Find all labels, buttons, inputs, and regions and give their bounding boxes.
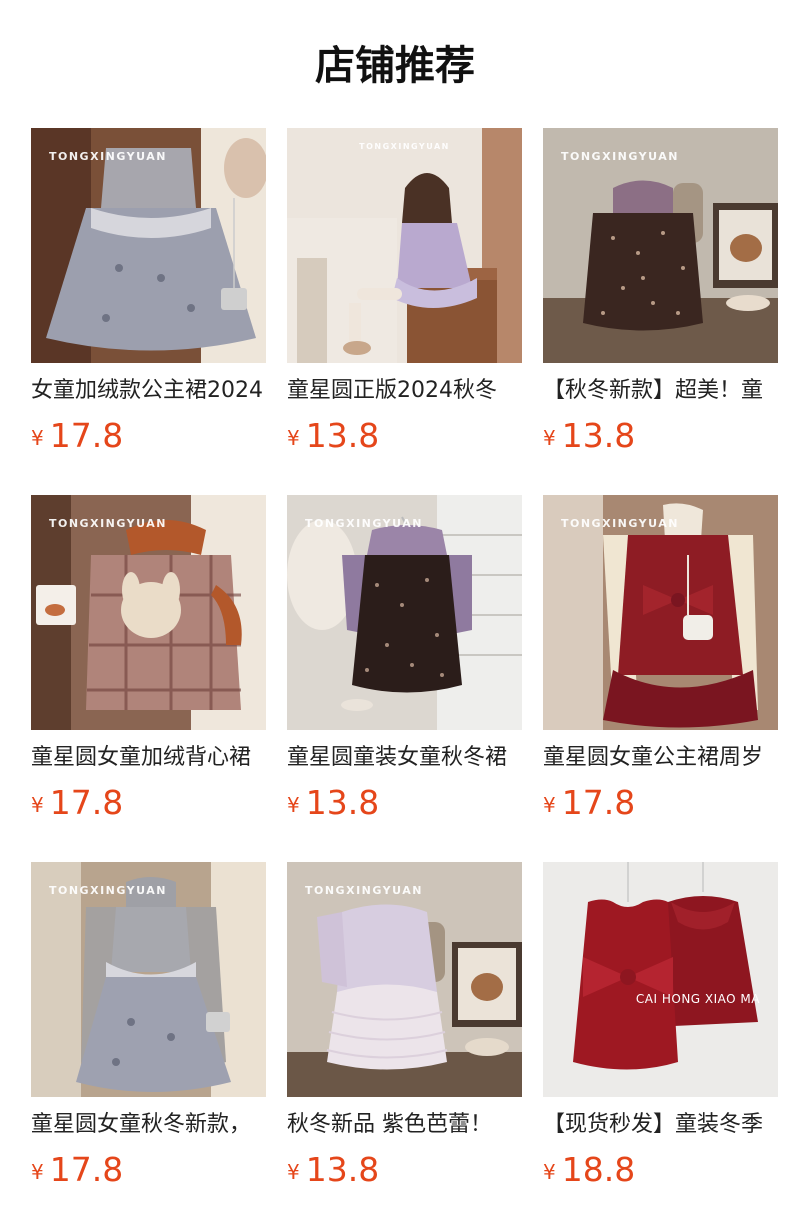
product-image[interactable]: CAI HONG XIAO MA [543,862,778,1097]
currency-symbol: ¥ [287,426,300,450]
product-card[interactable]: TONGXINGYUAN 女童加绒款公主裙2024 ¥17.8 [31,128,266,468]
product-price: ¥17.8 [31,781,123,825]
watermark-text: TONGXINGYUAN [561,150,679,163]
product-image[interactable]: TONGXINGYUAN [31,862,266,1097]
watermark-text: TONGXINGYUAN [359,142,450,151]
price-value: 17.8 [561,783,636,822]
product-price: ¥18.8 [543,1148,635,1192]
product-image[interactable]: TONGXINGYUAN [543,128,778,363]
currency-symbol: ¥ [31,426,44,450]
currency-symbol: ¥ [31,1160,44,1184]
product-name[interactable]: 女童加绒款公主裙2024 [31,374,266,408]
product-image[interactable]: TONGXINGYUAN [543,495,778,730]
price-value: 18.8 [561,1150,636,1189]
price-value: 17.8 [49,1150,124,1189]
product-name[interactable]: 童星圆女童秋冬新款， [31,1108,266,1142]
product-card[interactable]: CAI HONG XIAO MA 【现货秒发】童装冬季 ¥18.8 [543,862,778,1202]
currency-symbol: ¥ [543,793,556,817]
watermark-text: CAI HONG XIAO MA [635,992,760,1006]
price-value: 13.8 [305,783,380,822]
product-name[interactable]: 童星圆女童加绒背心裙 [31,741,266,775]
product-image[interactable]: TONGXINGYUAN [287,128,522,363]
product-price: ¥17.8 [31,1148,123,1192]
product-price: ¥13.8 [287,414,379,458]
product-name[interactable]: 秋冬新品 紫色芭蕾！ [287,1108,522,1142]
watermark-text: TONGXINGYUAN [49,517,167,530]
product-card[interactable]: TONGXINGYUAN 秋冬新品 紫色芭蕾！ ¥13.8 [287,862,522,1202]
product-image[interactable]: TONGXINGYUAN [287,495,522,730]
product-name[interactable]: 童星圆童装女童秋冬裙 [287,741,522,775]
product-name[interactable]: 童星圆女童公主裙周岁 [543,741,778,775]
section-title: 店铺推荐 [315,43,475,89]
product-price: ¥13.8 [543,414,635,458]
product-name[interactable]: 【秋冬新款】超美！童 [543,374,778,408]
watermark-text: TONGXINGYUAN [49,150,167,163]
watermark-text: TONGXINGYUAN [561,517,679,530]
product-card[interactable]: TONGXINGYUAN 童星圆女童秋冬新款， ¥17.8 [31,862,266,1202]
watermark-text: TONGXINGYUAN [305,884,423,897]
price-value: 13.8 [561,416,636,455]
currency-symbol: ¥ [287,793,300,817]
product-card[interactable]: TONGXINGYUAN 童星圆女童公主裙周岁 ¥17.8 [543,495,778,835]
product-price: ¥13.8 [287,1148,379,1192]
price-value: 17.8 [49,416,124,455]
currency-symbol: ¥ [543,426,556,450]
price-value: 13.8 [305,1150,380,1189]
product-card[interactable]: TONGXINGYUAN 童星圆正版2024秋冬 ¥13.8 [287,128,522,468]
price-value: 17.8 [49,783,124,822]
product-card[interactable]: TONGXINGYUAN 童星圆女童加绒背心裙 ¥17.8 [31,495,266,835]
currency-symbol: ¥ [287,1160,300,1184]
product-image[interactable]: TONGXINGYUAN [31,495,266,730]
product-image[interactable]: TONGXINGYUAN [31,128,266,363]
currency-symbol: ¥ [543,1160,556,1184]
watermark-text: TONGXINGYUAN [49,884,167,897]
product-price: ¥13.8 [287,781,379,825]
shop-recommendations-page: 店铺推荐 TONGXINGYUAN 女童加绒款公主裙2024 ¥ 17.8 TO… [0,0,790,1230]
price-value: 13.8 [305,416,380,455]
product-image[interactable]: TONGXINGYUAN [287,862,522,1097]
product-price: ¥17.8 [31,414,123,458]
product-card[interactable]: TONGXINGYUAN 【秋冬新款】超美！童 ¥13.8 [543,128,778,468]
product-name[interactable]: 童星圆正版2024秋冬 [287,374,522,408]
watermark-text: TONGXINGYUAN [305,517,423,530]
product-price: ¥17.8 [543,781,635,825]
product-card[interactable]: TONGXINGYUAN 童星圆童装女童秋冬裙 ¥13.8 [287,495,522,835]
product-name[interactable]: 【现货秒发】童装冬季 [543,1108,778,1142]
currency-symbol: ¥ [31,793,44,817]
